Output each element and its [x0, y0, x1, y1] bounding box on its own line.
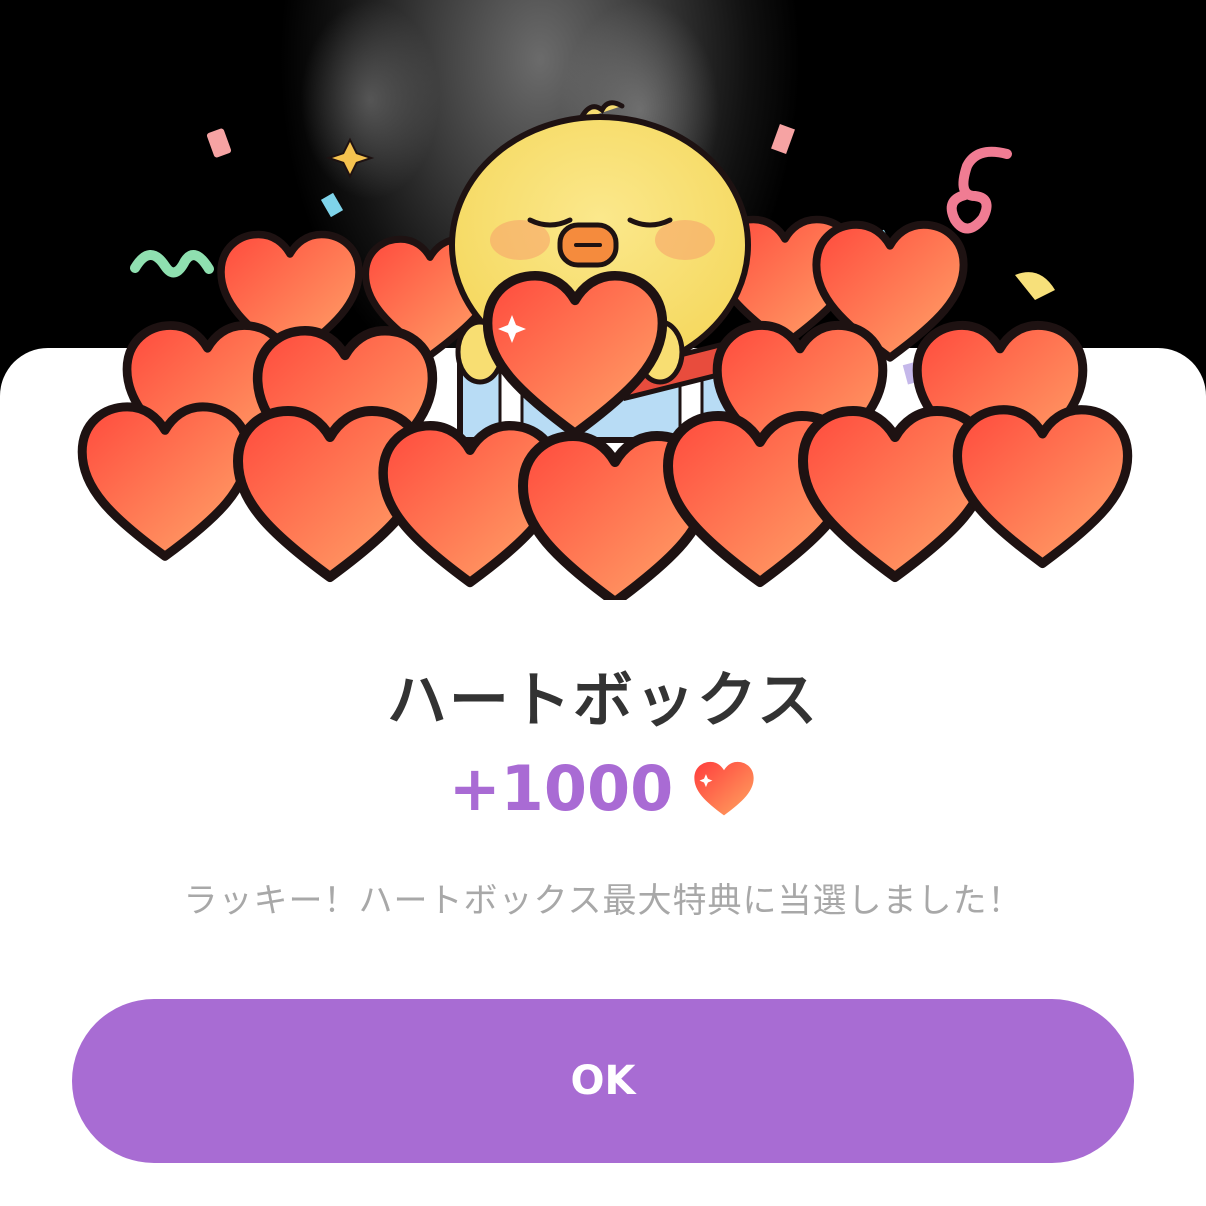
- reward-amount: +1000: [448, 752, 674, 825]
- dialog-title: ハートボックス: [386, 666, 820, 736]
- reward-row: +1000: [0, 752, 1206, 825]
- heart-icon: [694, 761, 754, 815]
- ok-button[interactable]: OK: [72, 999, 1134, 1163]
- heart-box-illustration: [60, 100, 1150, 600]
- reward-message: ラッキー！ハートボックス最大特典に当選しました！: [183, 881, 1023, 921]
